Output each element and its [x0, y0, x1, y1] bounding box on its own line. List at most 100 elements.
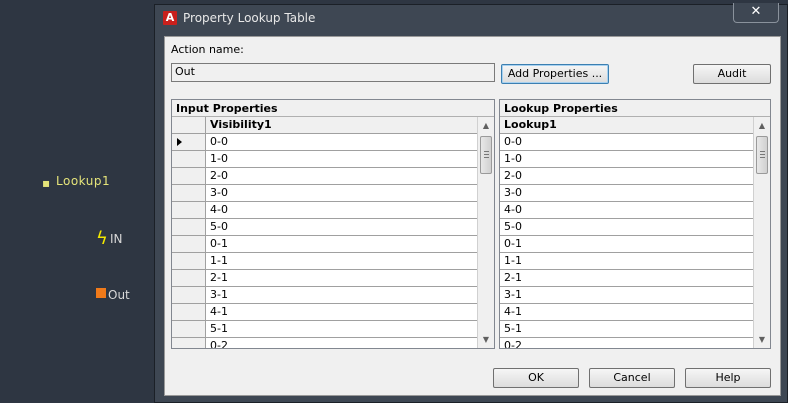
table-row[interactable]: 0-1: [500, 236, 753, 253]
input-scrollbar[interactable]: ▲ ▼: [477, 117, 494, 348]
table-row[interactable]: 0-0: [172, 134, 477, 151]
add-properties-button[interactable]: Add Properties ...: [501, 64, 609, 84]
autocad-app-icon: A: [163, 11, 177, 25]
row-header[interactable]: [172, 236, 206, 252]
grip-dot-icon[interactable]: ▪: [42, 176, 50, 190]
row-header[interactable]: [172, 202, 206, 218]
grip-icon: [484, 151, 489, 158]
row-header[interactable]: [172, 321, 206, 337]
table-cell[interactable]: 5-0: [500, 219, 753, 235]
table-cell[interactable]: 3-1: [500, 287, 753, 303]
help-button[interactable]: Help: [685, 368, 771, 388]
row-header[interactable]: [172, 134, 206, 150]
table-row[interactable]: 3-1: [500, 287, 753, 304]
table-cell[interactable]: 0-2: [206, 338, 477, 349]
visibility-column-header[interactable]: Visibility1: [206, 117, 494, 133]
table-row[interactable]: 5-0: [172, 219, 477, 236]
table-cell[interactable]: 2-0: [500, 168, 753, 184]
table-cell[interactable]: 5-0: [206, 219, 477, 235]
in-label: IN: [110, 232, 123, 246]
table-cell[interactable]: 0-0: [206, 134, 477, 150]
table-cell[interactable]: 0-1: [206, 236, 477, 252]
table-cell[interactable]: 5-1: [500, 321, 753, 337]
lookup1-column-header[interactable]: Lookup1: [500, 117, 770, 133]
audit-button[interactable]: Audit: [693, 64, 771, 84]
table-cell[interactable]: 2-1: [206, 270, 477, 286]
table-row[interactable]: 4-0: [172, 202, 477, 219]
table-row[interactable]: 3-1: [172, 287, 477, 304]
close-icon: ✕: [750, 4, 762, 19]
lookup-grid[interactable]: 0-0 1-0 2-0 3-0 4-0 5-0 0-1 1-1 2-1 3-1 4-1 5-1 0-2: [500, 134, 753, 348]
scroll-thumb[interactable]: [756, 136, 768, 174]
scroll-up-icon[interactable]: ▲: [754, 117, 770, 134]
table-row[interactable]: 1-0: [172, 151, 477, 168]
table-row[interactable]: 4-1: [172, 304, 477, 321]
row-header[interactable]: [172, 253, 206, 269]
row-header-corner: [172, 117, 206, 133]
row-header[interactable]: [172, 219, 206, 235]
table-cell[interactable]: 0-1: [500, 236, 753, 252]
table-row[interactable]: 0-1: [172, 236, 477, 253]
table-row[interactable]: 5-0: [500, 219, 753, 236]
table-cell[interactable]: 1-0: [206, 151, 477, 167]
table-row[interactable]: 1-1: [172, 253, 477, 270]
row-header[interactable]: [172, 338, 206, 348]
dialog-title: Property Lookup Table: [183, 11, 316, 25]
table-cell[interactable]: 1-0: [500, 151, 753, 167]
table-cell[interactable]: 0-2: [500, 338, 753, 349]
table-cell[interactable]: 0-0: [500, 134, 753, 150]
row-header[interactable]: [172, 287, 206, 303]
table-cell[interactable]: 3-0: [500, 185, 753, 201]
table-row[interactable]: 0-2: [500, 338, 753, 349]
ok-button[interactable]: OK: [493, 368, 579, 388]
table-cell[interactable]: 3-1: [206, 287, 477, 303]
table-row[interactable]: 1-0: [500, 151, 753, 168]
input-properties-panel: Input Properties Visibility1 0-0 1-0 2-0 3-…: [171, 99, 495, 349]
table-cell[interactable]: 2-0: [206, 168, 477, 184]
row-header[interactable]: [172, 151, 206, 167]
table-row[interactable]: 4-0: [500, 202, 753, 219]
table-cell[interactable]: 4-1: [206, 304, 477, 320]
table-row[interactable]: 2-1: [500, 270, 753, 287]
table-cell[interactable]: 2-1: [500, 270, 753, 286]
table-cell[interactable]: 1-1: [206, 253, 477, 269]
action-name-field[interactable]: Out: [171, 63, 495, 82]
scroll-thumb[interactable]: [480, 136, 492, 174]
grip-icon: [760, 151, 765, 158]
table-cell[interactable]: 4-0: [206, 202, 477, 218]
title-bar[interactable]: A Property Lookup Table ✕: [155, 3, 787, 31]
input-grid[interactable]: 0-0 1-0 2-0 3-0 4-0 5-0 0-1 1-1 2-1 3-1 4-1 5-1 0-2: [172, 134, 477, 348]
table-cell[interactable]: 5-1: [206, 321, 477, 337]
table-row[interactable]: 3-0: [172, 185, 477, 202]
scroll-up-icon[interactable]: ▲: [478, 117, 494, 134]
row-header[interactable]: [172, 304, 206, 320]
lookup-parameter-label[interactable]: Lookup1: [56, 174, 110, 188]
table-cell[interactable]: 3-0: [206, 185, 477, 201]
close-button[interactable]: ✕: [733, 3, 779, 23]
row-header[interactable]: [172, 168, 206, 184]
table-row[interactable]: 2-0: [172, 168, 477, 185]
table-row[interactable]: 5-1: [500, 321, 753, 338]
table-row[interactable]: 0-2: [172, 338, 477, 349]
table-row[interactable]: 4-1: [500, 304, 753, 321]
row-header[interactable]: [172, 185, 206, 201]
input-properties-title: Input Properties: [172, 100, 494, 117]
out-grip-icon[interactable]: [96, 288, 106, 298]
lightning-icon[interactable]: ϟ: [96, 228, 108, 249]
dialog-client: Action name: Out Add Properties ... Audi…: [164, 36, 781, 396]
table-cell[interactable]: 4-1: [500, 304, 753, 320]
table-row[interactable]: 2-0: [500, 168, 753, 185]
scroll-down-icon[interactable]: ▼: [754, 331, 770, 348]
table-cell[interactable]: 4-0: [500, 202, 753, 218]
table-cell[interactable]: 1-1: [500, 253, 753, 269]
table-row[interactable]: 1-1: [500, 253, 753, 270]
row-header[interactable]: [172, 270, 206, 286]
table-row[interactable]: 5-1: [172, 321, 477, 338]
table-row[interactable]: 2-1: [172, 270, 477, 287]
cancel-button[interactable]: Cancel: [589, 368, 675, 388]
lookup-scrollbar[interactable]: ▲ ▼: [753, 117, 770, 348]
table-row[interactable]: 0-0: [500, 134, 753, 151]
table-row[interactable]: 3-0: [500, 185, 753, 202]
out-label: Out: [108, 288, 130, 302]
scroll-down-icon[interactable]: ▼: [478, 331, 494, 348]
